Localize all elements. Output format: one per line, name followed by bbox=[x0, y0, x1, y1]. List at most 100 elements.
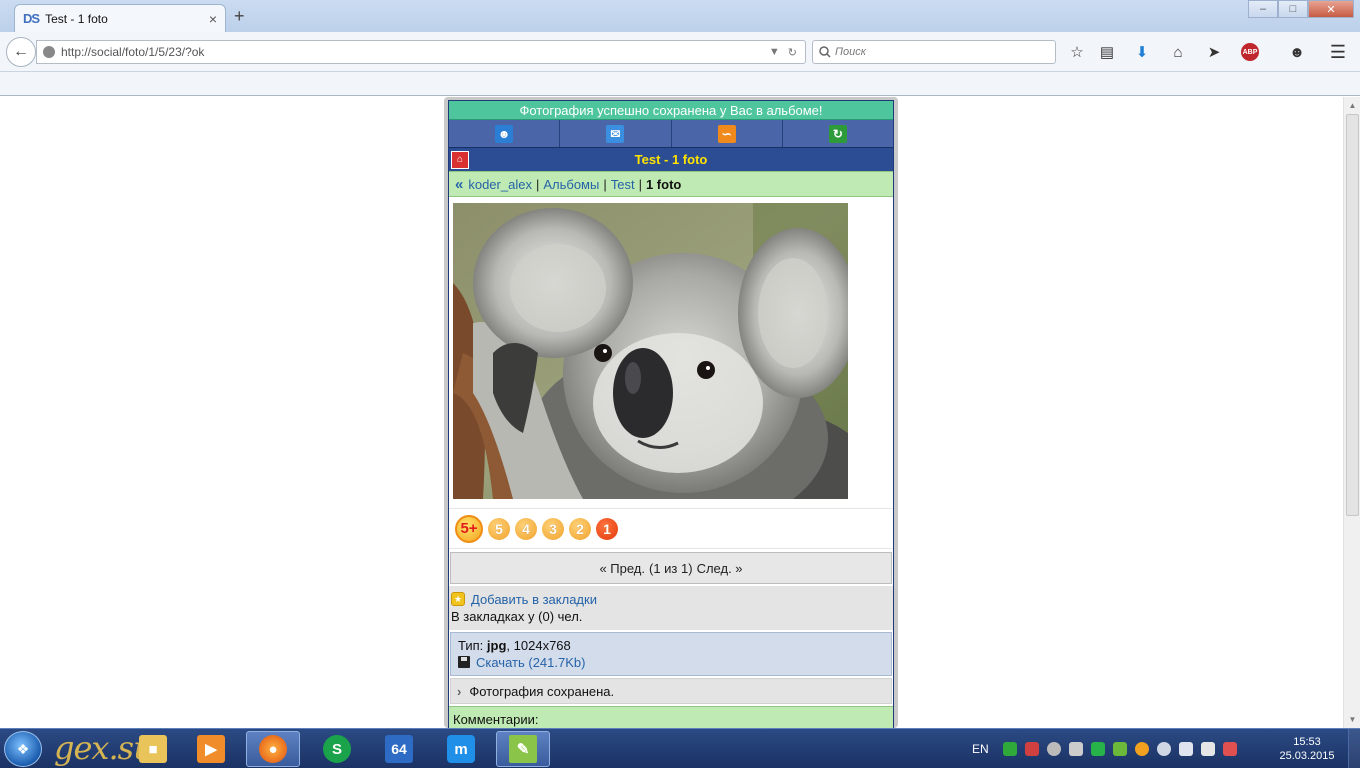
koala-photo[interactable] bbox=[453, 203, 873, 543]
taskbar-maxthon[interactable]: m bbox=[434, 731, 488, 767]
comments-header: Комментарии: bbox=[449, 706, 893, 728]
tray-nvidia-icon[interactable] bbox=[1112, 742, 1127, 756]
breadcrumb: « koder_alex | Альбомы | Test | 1 foto bbox=[449, 171, 893, 197]
search-box[interactable]: Поиск bbox=[812, 40, 1056, 64]
rate-4-button[interactable]: 4 bbox=[515, 517, 537, 540]
breadcrumb-albums[interactable]: Альбомы bbox=[543, 177, 599, 192]
downloads-icon[interactable]: ⬇ bbox=[1132, 42, 1152, 62]
file-dimensions: , 1024x768 bbox=[506, 638, 571, 653]
file-type-label: Тип: bbox=[458, 638, 484, 653]
back-button[interactable]: ← bbox=[6, 37, 36, 67]
taskbar-skype[interactable]: S bbox=[310, 731, 364, 767]
rate-5plus-button[interactable]: 5+ bbox=[455, 514, 483, 543]
new-tab-button[interactable]: + bbox=[234, 6, 245, 27]
search-input[interactable]: Поиск bbox=[835, 46, 866, 58]
site-favicon-icon: DS bbox=[23, 11, 40, 26]
scroll-thumb[interactable] bbox=[1346, 114, 1359, 516]
tray-volume-icon[interactable] bbox=[1178, 742, 1193, 756]
address-bar[interactable]: http://social/foto/1/5/23/?ok ▼ ↻ bbox=[36, 40, 806, 64]
rate-1-button[interactable]: 1 bbox=[596, 517, 618, 540]
start-button[interactable]: ❖ bbox=[4, 731, 42, 767]
scroll-up-icon[interactable]: ▲ bbox=[1344, 97, 1360, 114]
page-container: Фотография успешно сохранена у Вас в аль… bbox=[444, 97, 898, 728]
refresh-button[interactable]: ↻ bbox=[783, 120, 893, 147]
notepad-icon: ✎ bbox=[509, 735, 537, 763]
tray-flag-icon[interactable] bbox=[1090, 742, 1105, 756]
home-icon[interactable]: ⌂ bbox=[451, 150, 469, 169]
tray-network-icon[interactable] bbox=[1156, 742, 1171, 756]
rate-3-button[interactable]: 3 bbox=[542, 517, 564, 540]
tray-tool-icon[interactable] bbox=[1024, 742, 1039, 756]
clock-time: 15:53 bbox=[1293, 736, 1321, 748]
tray-update-icon[interactable] bbox=[1002, 742, 1017, 756]
show-desktop-button[interactable] bbox=[1348, 729, 1360, 768]
bookmark-toolbar bbox=[0, 72, 1360, 96]
taskbar-aida64[interactable]: 64 bbox=[372, 731, 426, 767]
top-icon-bar: ☻ ✉ ∽ ↻ bbox=[449, 120, 893, 147]
taskbar-notepad[interactable]: ✎ bbox=[496, 731, 550, 767]
rate-2-button[interactable]: 2 bbox=[569, 517, 591, 540]
close-window-button[interactable]: ✕ bbox=[1308, 0, 1354, 18]
taskbar-firefox[interactable]: ● bbox=[246, 731, 300, 767]
scroll-down-icon[interactable]: ▼ bbox=[1344, 711, 1360, 728]
breadcrumb-back-icon[interactable]: « bbox=[455, 176, 463, 193]
bookmark-star-icon[interactable]: ☆ bbox=[1067, 42, 1087, 62]
photo-pager: « Пред. (1 из 1) След. » bbox=[450, 552, 892, 584]
photo-area bbox=[449, 197, 893, 543]
mail-button[interactable]: ✉ bbox=[560, 120, 672, 147]
file-type-value: jpg bbox=[486, 638, 507, 653]
bookmarks-menu-icon[interactable]: ▤ bbox=[1097, 42, 1117, 62]
add-bookmark-link[interactable]: Добавить в закладки bbox=[471, 592, 597, 607]
prev-link[interactable]: « Пред. bbox=[599, 561, 645, 576]
clock-date: 25.03.2015 bbox=[1279, 750, 1335, 762]
next-link[interactable]: След. » bbox=[697, 561, 743, 576]
breadcrumb-user[interactable]: koder_alex bbox=[468, 177, 532, 192]
adblock-icon[interactable]: ABP bbox=[1240, 42, 1260, 62]
maximize-button[interactable]: □ bbox=[1278, 0, 1308, 18]
taskbar-explorer[interactable]: ■ bbox=[126, 731, 180, 767]
folder-icon: ■ bbox=[139, 735, 167, 763]
page-title: Test - 1 foto bbox=[634, 152, 708, 167]
rss-button[interactable]: ∽ bbox=[672, 120, 783, 147]
url-text[interactable]: http://social/foto/1/5/23/?ok bbox=[61, 45, 769, 59]
home-icon[interactable]: ⌂ bbox=[1168, 42, 1188, 62]
rate-5-button[interactable]: 5 bbox=[488, 517, 510, 540]
back-arrow-icon: ← bbox=[13, 43, 29, 60]
profile-button[interactable]: ☻ bbox=[449, 120, 561, 147]
tab-close-icon[interactable]: × bbox=[209, 11, 217, 27]
page-viewport: Фотография успешно сохранена у Вас в аль… bbox=[0, 97, 1343, 728]
chat-icon[interactable]: ☻ bbox=[1287, 42, 1307, 62]
taskbar-media-player[interactable]: ▶ bbox=[184, 731, 238, 767]
rss-icon: ∽ bbox=[717, 124, 736, 143]
minimize-button[interactable]: ‒ bbox=[1248, 0, 1278, 18]
bookmark-count: В закладках у (0) чел. bbox=[451, 609, 583, 624]
tray-display-icon[interactable] bbox=[1200, 742, 1215, 756]
file-type-row: Тип: jpg, 1024x768 bbox=[458, 637, 884, 654]
maxthon-icon: m bbox=[447, 735, 475, 763]
breadcrumb-album[interactable]: Test bbox=[611, 177, 635, 192]
aida64-icon: 64 bbox=[385, 735, 413, 763]
navigation-bar: ← http://social/foto/1/5/23/?ok ▼ ↻ Поис… bbox=[0, 32, 1360, 72]
tab-title: Test - 1 foto bbox=[45, 11, 108, 26]
breadcrumb-separator: | bbox=[603, 176, 607, 192]
profile-icon: ☻ bbox=[495, 124, 514, 143]
download-row: Скачать (241.7Kb) bbox=[458, 654, 884, 671]
mail-icon: ✉ bbox=[606, 124, 625, 143]
clock[interactable]: 15:53 25.03.2015 bbox=[1272, 735, 1342, 763]
tray-avast-icon[interactable] bbox=[1134, 742, 1149, 756]
vertical-scrollbar[interactable]: ▲ ▼ bbox=[1343, 97, 1360, 728]
reload-icon[interactable]: ↻ bbox=[788, 46, 797, 59]
download-link[interactable]: Скачать (241.7Kb) bbox=[476, 655, 585, 670]
window-controls: ‒ □ ✕ bbox=[1248, 0, 1354, 18]
browser-tab[interactable]: DS Test - 1 foto × bbox=[14, 4, 226, 32]
send-icon[interactable]: ➤ bbox=[1204, 42, 1224, 62]
refresh-icon: ↻ bbox=[828, 124, 847, 143]
tray-settings-icon[interactable] bbox=[1068, 742, 1083, 756]
tray-network-status-icon[interactable] bbox=[1222, 742, 1237, 756]
add-bookmark-row: ★ Добавить в закладки bbox=[451, 590, 891, 608]
saved-status: › Фотография сохранена. bbox=[450, 678, 892, 704]
language-indicator[interactable]: EN bbox=[972, 742, 989, 756]
history-dropdown-icon[interactable]: ▼ bbox=[769, 46, 780, 58]
menu-icon[interactable]: ☰ bbox=[1328, 42, 1348, 62]
tray-disk-icon[interactable] bbox=[1046, 742, 1061, 756]
